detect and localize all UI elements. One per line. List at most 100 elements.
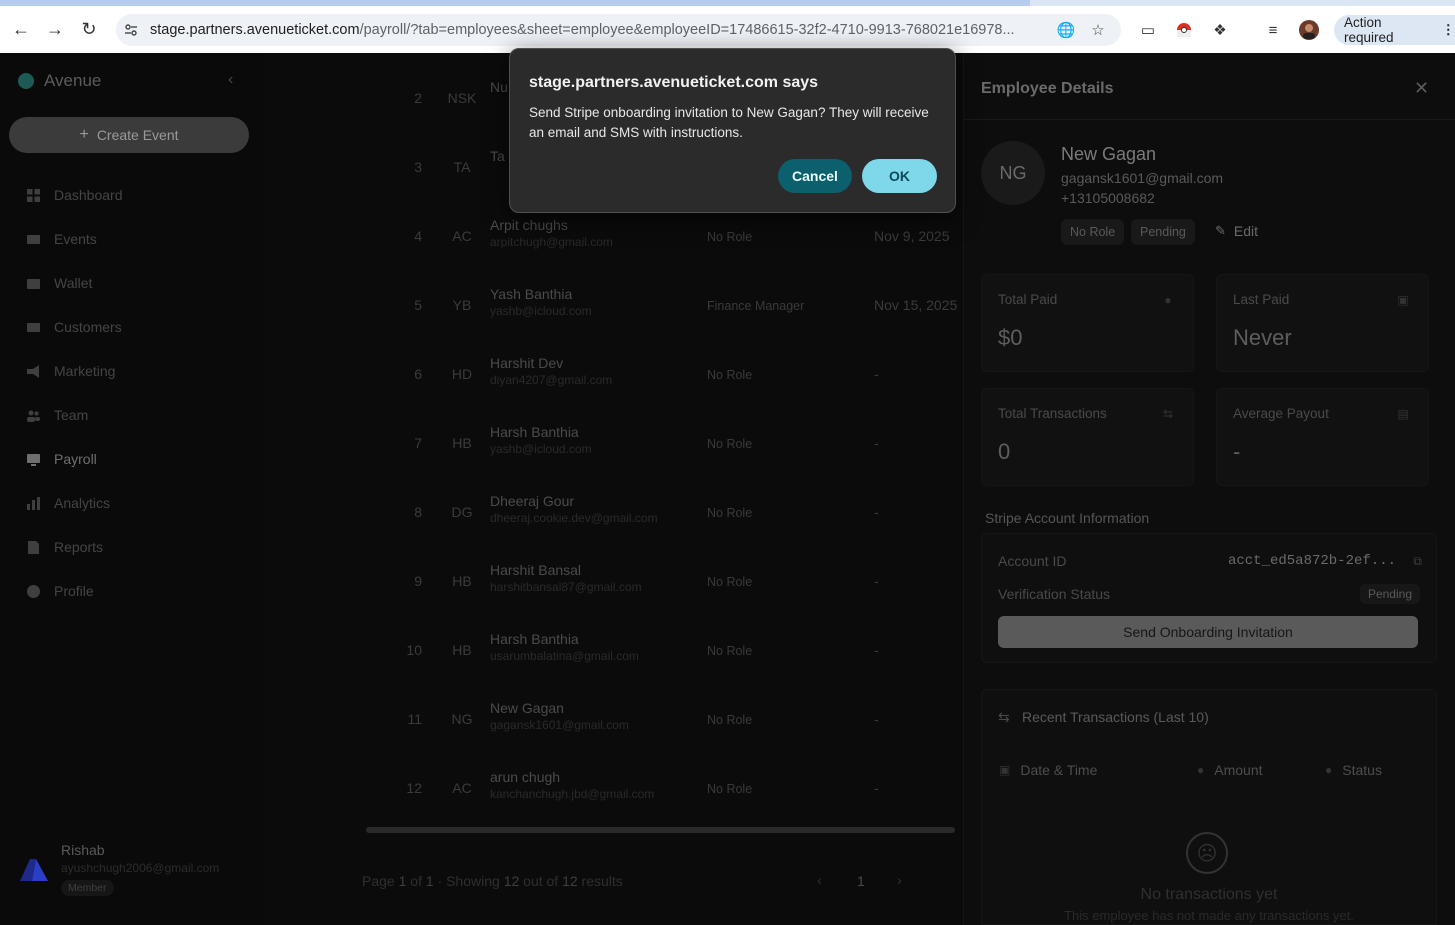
sidebar-item-wallet[interactable]: Wallet	[0, 261, 262, 305]
star-icon[interactable]: ☆	[1089, 21, 1107, 39]
stat-value: Never	[1233, 325, 1292, 350]
user-email: ayushchugh2006@gmail.com	[61, 861, 220, 875]
table-row[interactable]: 10 HB Harsh Banthia usarumbalatina@gmail.co…	[262, 616, 955, 685]
profile-avatar-icon[interactable]	[1299, 20, 1319, 40]
row-role: No Role	[707, 713, 753, 727]
sidebar-item-payroll[interactable]: Payroll	[0, 437, 262, 481]
ticket-icon	[26, 232, 40, 246]
cancel-button[interactable]: Cancel	[778, 159, 852, 193]
extension-red-icon[interactable]	[1174, 20, 1194, 40]
transactions-title: Recent Transactions (Last 10)	[1022, 709, 1209, 725]
role-badge: No Role	[1061, 219, 1125, 245]
page-number-button[interactable]: 1	[857, 873, 865, 889]
reading-list-icon[interactable]: ≡	[1263, 20, 1283, 40]
ok-button[interactable]: OK	[862, 159, 937, 193]
forward-icon[interactable]: →	[42, 17, 68, 43]
row-email: harshitbansal87@gmail.com	[490, 580, 642, 594]
brand[interactable]: Avenue	[18, 71, 101, 91]
table-row[interactable]: 9 HB Harshit Bansal harshitbansal87@gmail.c…	[262, 547, 955, 616]
row-initials: HB	[452, 435, 472, 451]
table-row[interactable]: 6 HD Harshit Dev diyan4207@gmail.com No Role…	[262, 340, 955, 409]
table-row[interactable]: 5 YB Yash Banthia yashb@icloud.com Finance M…	[262, 271, 957, 340]
empty-state-title: No transactions yet	[1140, 886, 1278, 903]
address-bar[interactable]: stage.partners.avenueticket.com/payroll/…	[116, 14, 1121, 46]
action-required-button[interactable]: Action required ⋮	[1334, 15, 1455, 45]
user-circle-icon	[26, 584, 40, 598]
extensions-puzzle-icon[interactable]: ❖	[1210, 20, 1230, 40]
create-event-button[interactable]: + Create Event	[9, 117, 249, 153]
sidebar-item-dashboard[interactable]: Dashboard	[0, 173, 262, 217]
stat-value: -	[1233, 439, 1241, 464]
row-name: Nu	[490, 79, 508, 95]
table-row[interactable]: 12 AC arun chugh kanchanchugh.jbd@gmail.com…	[262, 754, 955, 823]
row-initials: HB	[452, 573, 472, 589]
table-row[interactable]: 11 NG New Gagan gagansk1601@gmail.com No Rol…	[262, 685, 955, 754]
column-header-date[interactable]: ▣ Date & Time	[999, 762, 1097, 778]
row-date: -	[874, 435, 879, 451]
row-number: 4	[414, 228, 422, 244]
browser-toolbar: ← → ↻ stage.partners.avenueticket.com/pa…	[0, 6, 1455, 53]
sidebar-item-analytics[interactable]: Analytics	[0, 481, 262, 525]
row-email: dheeraj.cookie.dev@gmail.com	[490, 511, 658, 525]
close-icon[interactable]: ✕	[1414, 78, 1429, 99]
translate-icon[interactable]: 🌐	[1057, 21, 1076, 39]
row-name: Harshit Bansal	[490, 562, 582, 578]
row-name: arun chugh	[490, 769, 561, 785]
sidebar-item-reports[interactable]: Reports	[0, 525, 262, 569]
user-name: Rishab	[61, 842, 105, 858]
wallet-icon	[26, 276, 40, 290]
sidebar-item-marketing[interactable]: Marketing	[0, 349, 262, 393]
row-email: yashb@icloud.com	[490, 442, 592, 456]
row-role: No Role	[707, 506, 753, 520]
sidebar-item-label: Customers	[54, 319, 122, 335]
account-id-value: acct_ed5a872b-2ef...	[1227, 553, 1396, 569]
back-icon[interactable]: ←	[8, 17, 34, 43]
sidebar-item-customers[interactable]: Customers	[0, 305, 262, 349]
copy-icon[interactable]: ⧉	[1413, 554, 1422, 569]
row-number: 12	[406, 780, 422, 796]
column-header-status[interactable]: ● Status	[1325, 762, 1382, 778]
row-initials: TA	[453, 159, 471, 175]
employee-name: New Gagan	[1061, 144, 1157, 164]
stripe-account-card: Account ID acct_ed5a872b-2ef... ⧉ Verifi…	[981, 533, 1437, 663]
edit-button[interactable]: ✎ Edit	[1215, 223, 1258, 239]
send-onboarding-invitation-button[interactable]: Send Onboarding Invitation	[998, 616, 1418, 648]
transfer-icon: ⇆	[998, 709, 1010, 725]
reload-icon[interactable]: ↻	[76, 17, 102, 43]
row-name: Harshit Dev	[490, 355, 564, 371]
row-initials: DG	[451, 504, 473, 520]
analytics-icon	[26, 496, 40, 510]
total-transactions-card: Total Transactions 0 ⇆	[981, 388, 1194, 486]
chevron-left-icon[interactable]: ‹	[817, 872, 822, 888]
row-initials: YB	[452, 297, 472, 313]
sidebar-item-label: Payroll	[54, 451, 97, 467]
brand-name: Avenue	[44, 71, 102, 90]
cast-icon[interactable]: ▭	[1138, 20, 1158, 40]
row-name: New Gagan	[490, 700, 564, 716]
user-profile-card[interactable]: Rishab ayushchugh2006@gmail.com Member	[20, 839, 250, 899]
sidebar-item-events[interactable]: Events	[0, 217, 262, 261]
sidebar-nav: Dashboard Events Wallet Customers Market…	[0, 173, 262, 613]
table-row[interactable]: 7 HB Harsh Banthia yashb@icloud.com No Role -	[262, 409, 955, 478]
url-text[interactable]: stage.partners.avenueticket.com/payroll/…	[150, 22, 1040, 38]
site-settings-icon[interactable]	[122, 21, 140, 39]
chevron-right-icon[interactable]: ›	[897, 872, 902, 888]
row-initials: NSK	[447, 90, 477, 106]
user-role-badge: Member	[61, 880, 114, 896]
edit-label: Edit	[1233, 223, 1259, 239]
sidebar-item-label: Team	[54, 407, 89, 423]
brand-logo-icon	[18, 73, 34, 89]
sidebar-item-profile[interactable]: Profile	[0, 569, 262, 613]
stat-label: Last Paid	[1233, 292, 1290, 307]
column-header-amount[interactable]: ● Amount	[1197, 762, 1263, 778]
more-menu-icon[interactable]: ⋮	[1442, 22, 1455, 38]
row-number: 7	[414, 435, 422, 451]
horizontal-scrollbar[interactable]	[366, 827, 955, 833]
sidebar-item-team[interactable]: Team	[0, 393, 262, 437]
row-name: Yash Banthia	[490, 286, 573, 302]
collapse-sidebar-icon[interactable]: ‹	[228, 71, 233, 89]
sidebar-item-label: Wallet	[54, 275, 93, 291]
employee-phone: +13105008682	[1061, 190, 1155, 206]
row-name: Arpit chughs	[490, 217, 568, 233]
table-row[interactable]: 8 DG Dheeraj Gour dheeraj.cookie.dev@gmail.…	[262, 478, 955, 547]
